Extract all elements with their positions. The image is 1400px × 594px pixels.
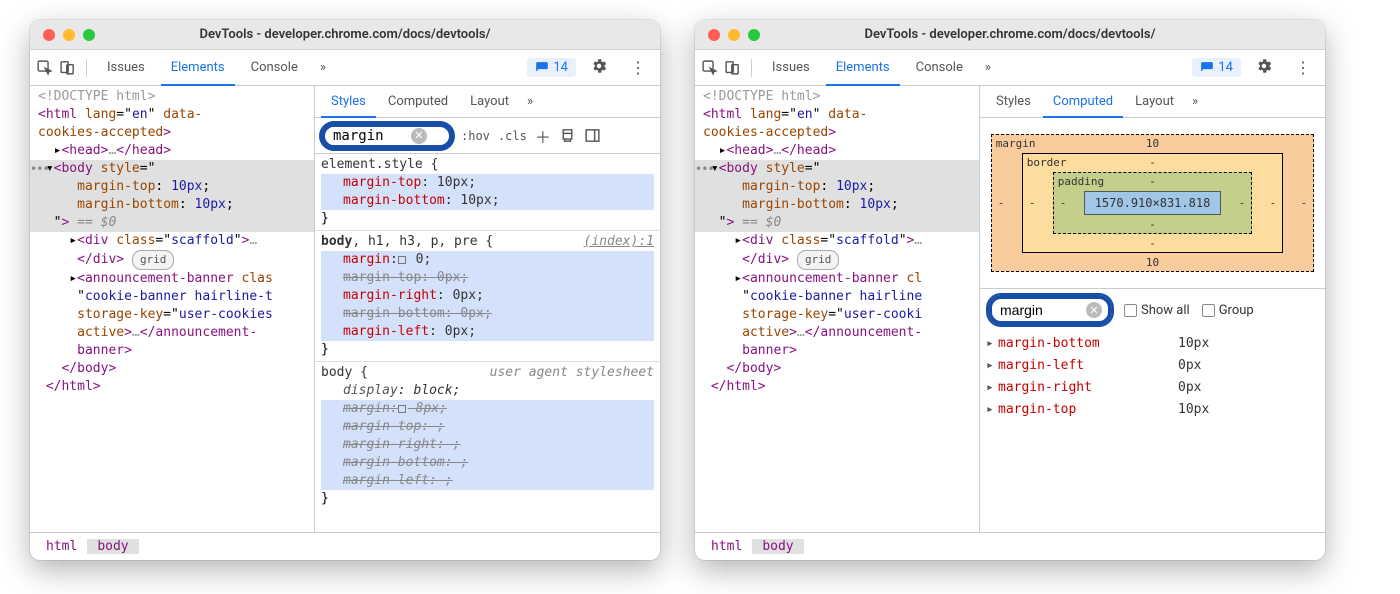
settings-icon[interactable] xyxy=(1247,57,1281,79)
computed-row: ▸margin-left0px xyxy=(980,355,1325,377)
main-toolbar: Issues Elements Console » 14 ⋮ xyxy=(30,50,660,86)
minimize-button[interactable] xyxy=(63,29,75,41)
subtab-computed[interactable]: Computed xyxy=(1043,86,1123,118)
main-toolbar: Issues Elements Console » 14 ⋮ xyxy=(695,50,1325,86)
styles-pane: Styles Computed Layout » ✕ :hov .cls ＋ e… xyxy=(315,86,660,532)
more-subtabs-icon[interactable]: » xyxy=(1186,94,1204,109)
kebab-menu-icon[interactable]: ⋮ xyxy=(622,58,654,77)
more-tabs-icon[interactable]: » xyxy=(314,60,332,75)
new-rule-icon[interactable]: ＋ xyxy=(535,124,551,148)
kebab-menu-icon[interactable]: ⋮ xyxy=(1287,58,1319,77)
styles-rules[interactable]: element.style { margin-top: 10px; margin… xyxy=(315,154,660,532)
sidebar-toggle-icon[interactable] xyxy=(584,127,601,144)
grid-badge[interactable]: grid xyxy=(132,250,175,270)
boxmodel-margin-label: margin xyxy=(996,137,1036,150)
crumb-html[interactable]: html xyxy=(36,539,87,554)
print-icon[interactable] xyxy=(559,127,576,144)
group-checkbox[interactable]: Group xyxy=(1202,303,1254,318)
cls-toggle[interactable]: .cls xyxy=(498,129,527,143)
crumb-html[interactable]: html xyxy=(701,539,752,554)
computed-row: ▸margin-right0px xyxy=(980,377,1325,399)
subtab-styles[interactable]: Styles xyxy=(321,86,376,118)
close-button[interactable] xyxy=(708,29,720,41)
box-model[interactable]: margin 10 10 - - border - - - - padding … xyxy=(980,118,1325,288)
window-title: DevTools - developer.chrome.com/docs/dev… xyxy=(695,27,1325,42)
maximize-button[interactable] xyxy=(748,29,760,41)
tab-console[interactable]: Console xyxy=(906,50,973,86)
dom-tree[interactable]: <!DOCTYPE html> <html lang="en" data- co… xyxy=(695,86,980,532)
subtab-layout[interactable]: Layout xyxy=(460,86,519,118)
computed-pane: Styles Computed Layout » margin 10 10 - … xyxy=(980,86,1325,532)
inspect-icon[interactable] xyxy=(36,59,53,76)
tab-console[interactable]: Console xyxy=(241,50,308,86)
close-button[interactable] xyxy=(43,29,55,41)
computed-filter-highlight: ✕ xyxy=(988,295,1112,325)
maximize-button[interactable] xyxy=(83,29,95,41)
subtab-styles[interactable]: Styles xyxy=(986,86,1041,118)
crumb-body[interactable]: body xyxy=(87,539,138,554)
tab-elements[interactable]: Elements xyxy=(826,50,900,86)
device-toggle-icon[interactable] xyxy=(59,59,76,76)
titlebar[interactable]: DevTools - developer.chrome.com/docs/dev… xyxy=(30,20,660,50)
issues-count: 14 xyxy=(1218,60,1233,75)
styles-filter-highlight: ✕ xyxy=(321,123,453,149)
dom-tree[interactable]: <!DOCTYPE html> <html lang="en" data- co… xyxy=(30,86,315,532)
computed-row: ▸margin-top10px xyxy=(980,399,1325,421)
tab-elements[interactable]: Elements xyxy=(161,50,235,86)
subtab-computed[interactable]: Computed xyxy=(378,86,458,118)
clear-filter-icon[interactable]: ✕ xyxy=(411,128,427,144)
styles-filter-input[interactable] xyxy=(331,127,411,145)
more-subtabs-icon[interactable]: » xyxy=(521,94,539,109)
crumb-body[interactable]: body xyxy=(752,539,803,554)
show-all-checkbox[interactable]: Show all xyxy=(1124,303,1190,318)
computed-row: ▸margin-bottom10px xyxy=(980,333,1325,355)
devtools-window-computed: DevTools - developer.chrome.com/docs/dev… xyxy=(695,20,1325,560)
computed-filter-input[interactable] xyxy=(998,301,1086,319)
tab-issues[interactable]: Issues xyxy=(762,50,820,86)
titlebar[interactable]: DevTools - developer.chrome.com/docs/dev… xyxy=(695,20,1325,50)
issues-badge[interactable]: 14 xyxy=(527,58,576,77)
more-tabs-icon[interactable]: » xyxy=(979,60,997,75)
hov-toggle[interactable]: :hov xyxy=(461,129,490,143)
subtab-layout[interactable]: Layout xyxy=(1125,86,1184,118)
clear-filter-icon[interactable]: ✕ xyxy=(1086,302,1102,318)
breadcrumb[interactable]: html body xyxy=(30,532,660,560)
boxmodel-content: 1570.910×831.818 xyxy=(1084,191,1222,215)
device-toggle-icon[interactable] xyxy=(724,59,741,76)
tab-issues[interactable]: Issues xyxy=(97,50,155,86)
computed-properties[interactable]: ▸margin-bottom10px ▸margin-left0px ▸marg… xyxy=(980,331,1325,423)
window-title: DevTools - developer.chrome.com/docs/dev… xyxy=(30,27,660,42)
breadcrumb[interactable]: html body xyxy=(695,532,1325,560)
issues-badge[interactable]: 14 xyxy=(1192,58,1241,77)
minimize-button[interactable] xyxy=(728,29,740,41)
issues-count: 14 xyxy=(553,60,568,75)
devtools-window-styles: DevTools - developer.chrome.com/docs/dev… xyxy=(30,20,660,560)
settings-icon[interactable] xyxy=(582,57,616,79)
inspect-icon[interactable] xyxy=(701,59,718,76)
grid-badge[interactable]: grid xyxy=(797,250,840,270)
